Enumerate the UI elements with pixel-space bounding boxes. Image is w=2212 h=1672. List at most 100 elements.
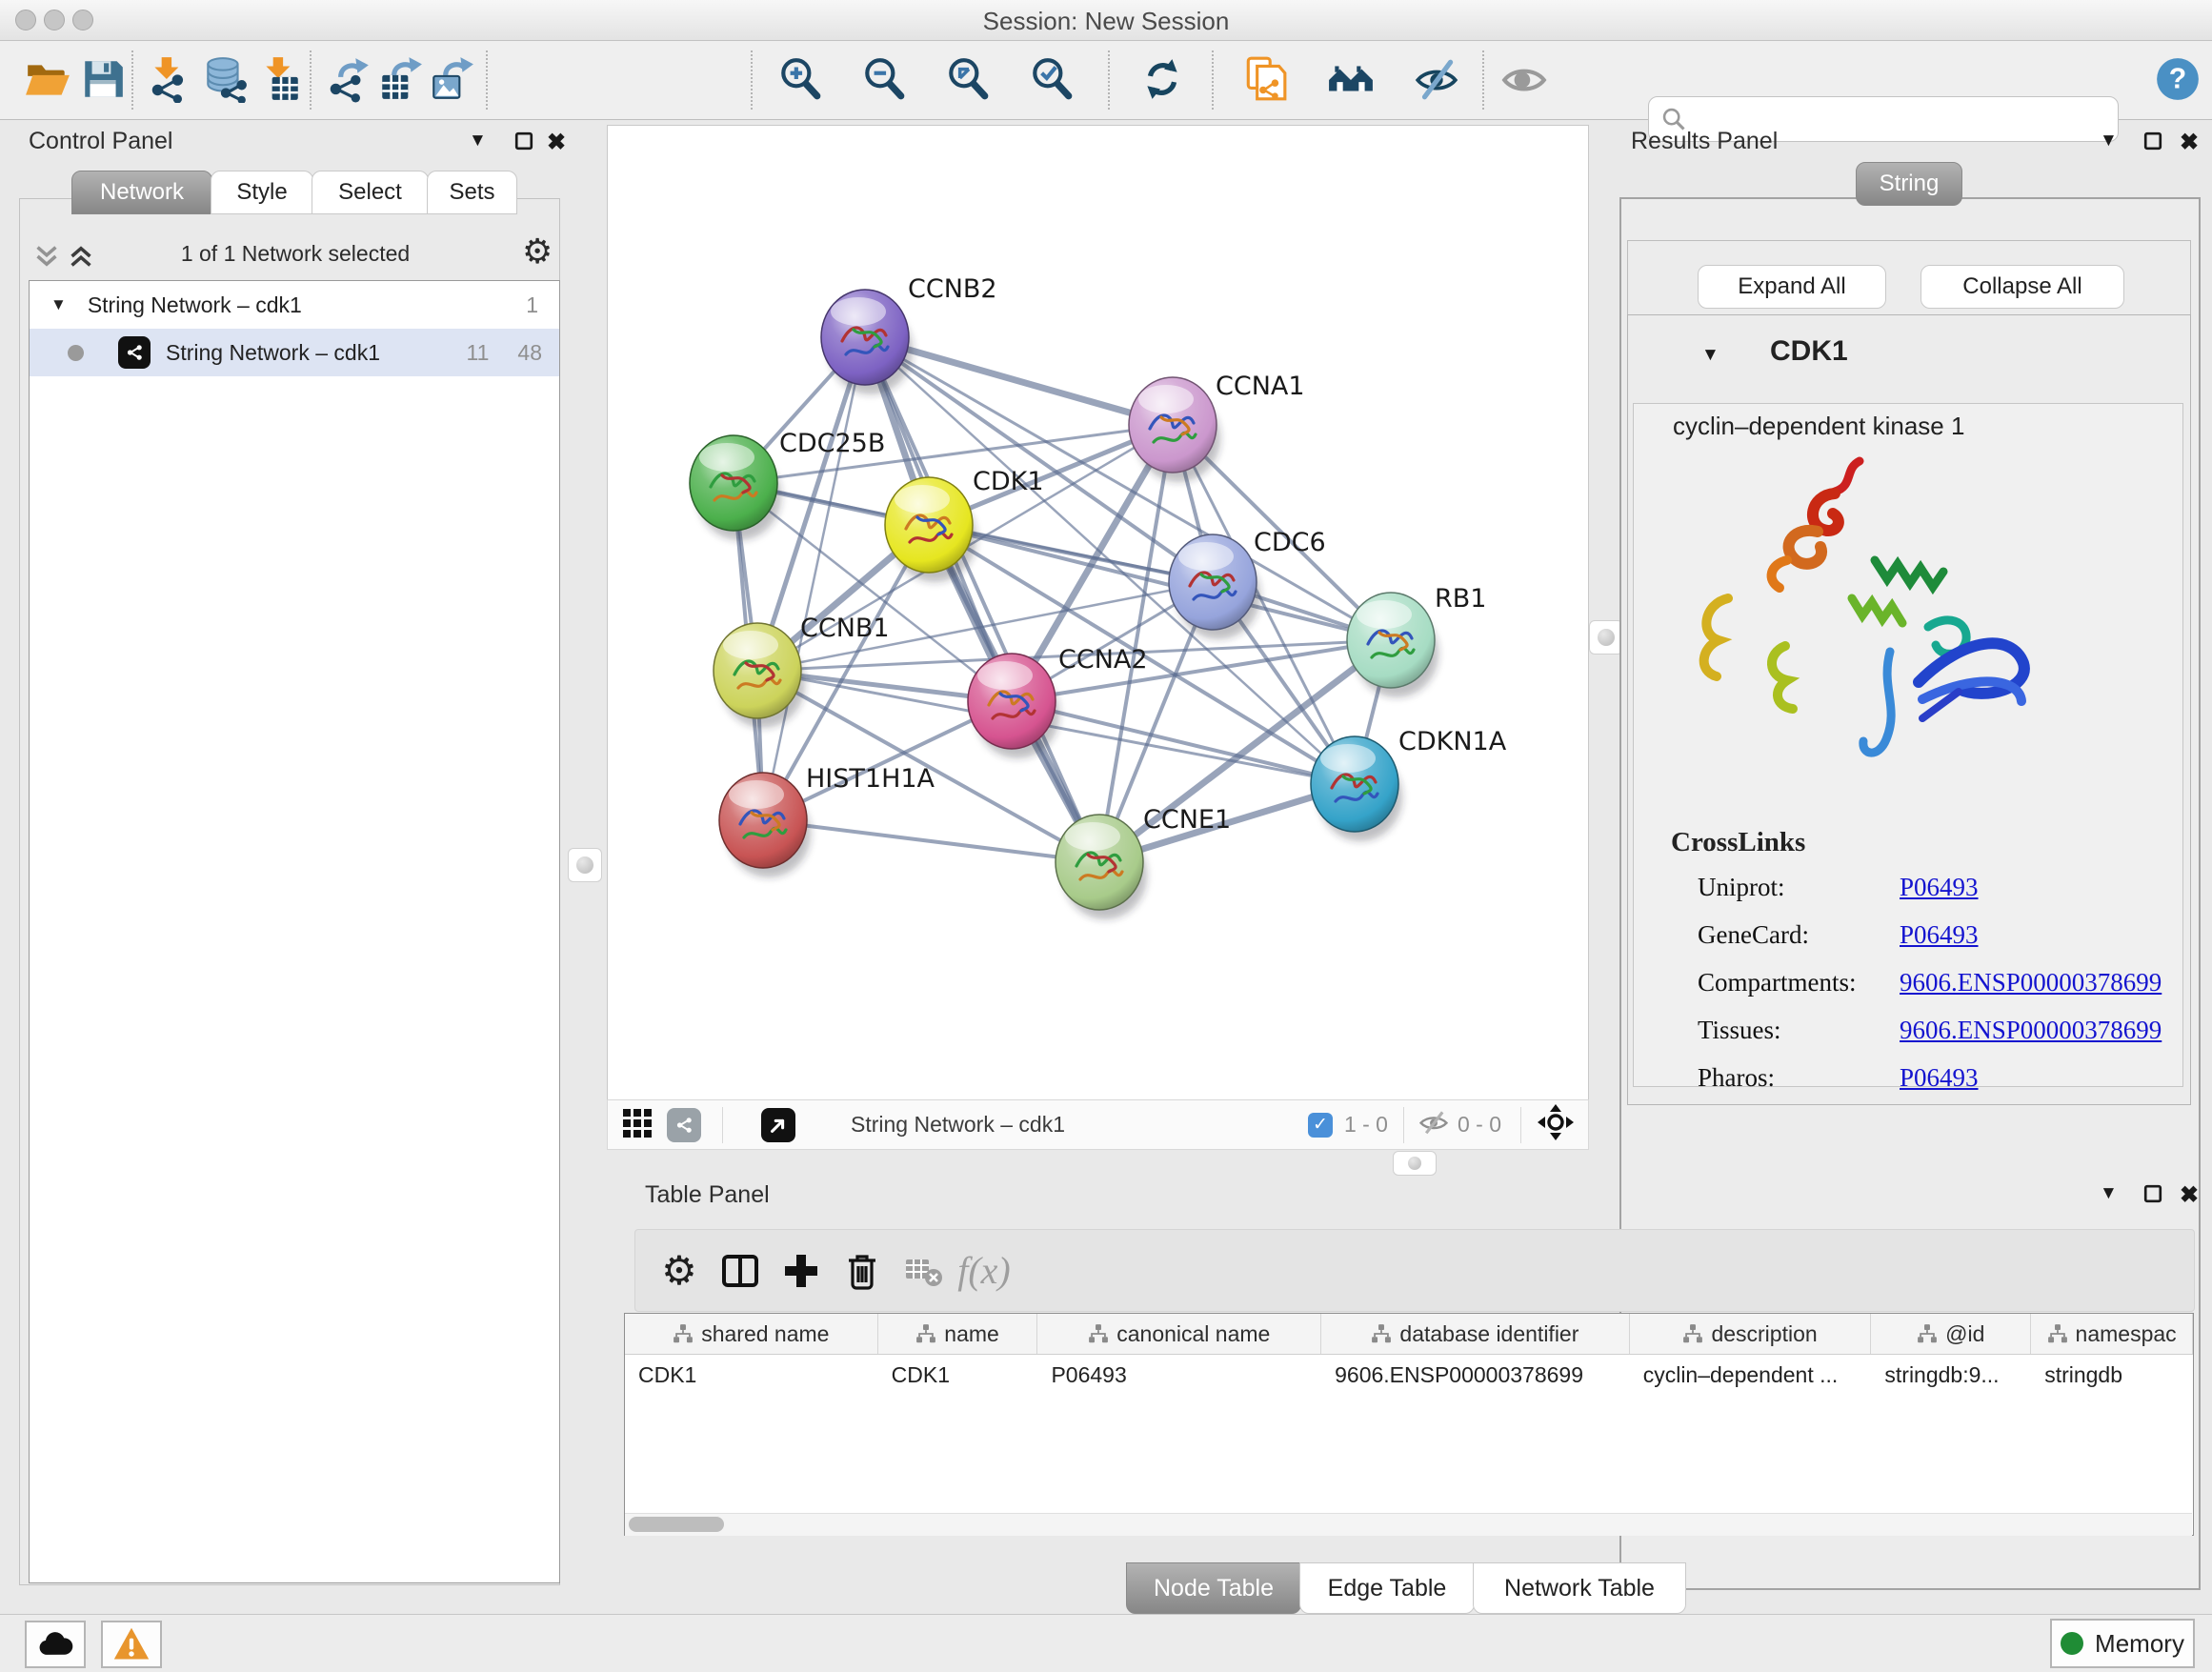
hidden-eye-icon[interactable] xyxy=(1418,1106,1450,1143)
import-table-file-icon[interactable] xyxy=(253,52,307,106)
table-panel-close-icon[interactable]: ✖ xyxy=(2180,1181,2199,1209)
network-node[interactable]: CDC25B xyxy=(690,429,885,540)
show-columns-icon[interactable] xyxy=(710,1240,771,1301)
control-panel-float-icon[interactable] xyxy=(514,131,533,155)
open-file-icon[interactable] xyxy=(21,52,74,106)
hide-show-icon[interactable] xyxy=(1410,52,1463,106)
tab-network-table[interactable]: Network Table xyxy=(1473,1562,1686,1614)
import-network-file-icon[interactable] xyxy=(143,52,196,106)
network-node[interactable]: RB1 xyxy=(1347,584,1486,697)
results-panel-float-icon[interactable] xyxy=(2143,131,2162,155)
network-node[interactable]: CCNB1 xyxy=(714,614,890,728)
expand-all-button[interactable]: Expand All xyxy=(1698,265,1886,309)
memory-label: Memory xyxy=(2095,1629,2184,1659)
right-splitter-grip[interactable] xyxy=(1589,620,1623,655)
gene-section-expander-icon[interactable]: ▼ xyxy=(1701,345,1719,366)
column-header-4[interactable]: description xyxy=(1630,1314,1872,1354)
import-network-database-icon[interactable] xyxy=(198,52,251,106)
delete-column-trash-icon[interactable] xyxy=(832,1240,893,1301)
network-edge[interactable] xyxy=(763,820,1099,862)
table-row[interactable]: CDK1CDK1P064939606.ENSP00000378699cyclin… xyxy=(625,1355,2193,1395)
expand-all-networks-icon[interactable] xyxy=(69,244,93,273)
selected-checkbox-icon[interactable]: ✓ xyxy=(1308,1113,1333,1138)
export-table-icon[interactable] xyxy=(373,52,427,106)
collapse-all-button[interactable]: Collapse All xyxy=(1920,265,2124,309)
collapse-all-networks-icon[interactable] xyxy=(34,244,59,273)
column-header-3[interactable]: database identifier xyxy=(1321,1314,1630,1354)
network-status-dot xyxy=(68,345,84,361)
crosslink-row: Uniprot: P06493 xyxy=(1698,873,2174,902)
results-panel-close-icon[interactable]: ✖ xyxy=(2180,129,2199,156)
zoom-selected-icon[interactable] xyxy=(1025,52,1078,106)
collection-expander-icon[interactable]: ▼ xyxy=(50,295,67,314)
column-header-1[interactable]: name xyxy=(878,1314,1038,1354)
crosshair-navigate-icon[interactable] xyxy=(1537,1103,1575,1146)
network-edge[interactable] xyxy=(763,337,865,820)
export-image-icon[interactable] xyxy=(425,52,478,106)
warnings-button[interactable] xyxy=(101,1621,162,1668)
control-panel-close-icon[interactable]: ✖ xyxy=(547,129,566,156)
network-collection-row[interactable]: ▼ String Network – cdk1 1 xyxy=(30,281,559,329)
crosslink-value-link[interactable]: 9606.ENSP00000378699 xyxy=(1900,1016,2162,1045)
network-options-gear-icon[interactable]: ⚙ xyxy=(522,232,553,272)
detach-view-icon[interactable] xyxy=(761,1108,795,1142)
save-session-icon[interactable] xyxy=(76,52,130,106)
delete-table-icon[interactable] xyxy=(893,1240,954,1301)
crosslink-value-link[interactable]: 9606.ENSP00000378699 xyxy=(1900,968,2162,997)
results-panel-menu-icon[interactable]: ▼ xyxy=(2100,131,2118,151)
node-label: CCNA1 xyxy=(1216,372,1305,401)
network-row[interactable]: String Network – cdk1 11 48 xyxy=(30,329,559,376)
graphics-details-eye-icon[interactable] xyxy=(1498,52,1551,106)
cloud-status-button[interactable] xyxy=(25,1621,86,1668)
crosslink-row: Tissues: 9606.ENSP00000378699 xyxy=(1698,1016,2174,1045)
hidden-count-badge: 0 - 0 xyxy=(1458,1112,1501,1138)
crosslink-value-link[interactable]: P06493 xyxy=(1900,873,1979,902)
network-canvas[interactable]: CCNB2 CCNA1 CDC25B CDK1 CDC6 RB1 CCNB1 xyxy=(607,125,1589,1100)
left-splitter-grip[interactable] xyxy=(568,848,602,882)
scrollbar-thumb[interactable] xyxy=(629,1517,724,1532)
export-network-icon[interactable] xyxy=(322,52,375,106)
window-titlebar: Session: New Session xyxy=(0,0,2212,41)
network-node[interactable]: CDKN1A xyxy=(1311,727,1507,841)
tab-node-table[interactable]: Node Table xyxy=(1126,1562,1301,1614)
control-tab-style[interactable]: Style xyxy=(211,171,313,214)
copy-network-icon[interactable] xyxy=(1238,52,1292,106)
window-title: Session: New Session xyxy=(0,7,2212,36)
control-tab-sets[interactable]: Sets xyxy=(427,171,517,214)
first-neighbors-icon[interactable] xyxy=(1324,52,1377,106)
network-node[interactable]: CCNA1 xyxy=(1129,372,1305,482)
network-node[interactable]: HIST1H1A xyxy=(719,764,935,877)
tab-edge-table[interactable]: Edge Table xyxy=(1299,1562,1475,1614)
memory-button[interactable]: Memory xyxy=(2050,1619,2195,1668)
table-options-gear-icon[interactable]: ⚙ xyxy=(649,1240,710,1301)
table-panel-float-icon[interactable] xyxy=(2143,1184,2162,1208)
bottom-splitter-grip[interactable] xyxy=(1393,1151,1437,1176)
network-view-share-icon[interactable] xyxy=(667,1108,701,1142)
column-header-0[interactable]: shared name xyxy=(625,1314,878,1354)
table-panel-menu-icon[interactable]: ▼ xyxy=(2100,1183,2118,1204)
column-header-5[interactable]: @id xyxy=(1871,1314,2031,1354)
crosslink-row: Compartments: 9606.ENSP00000378699 xyxy=(1698,968,2174,997)
tab-string[interactable]: String xyxy=(1856,162,1962,206)
zoom-in-icon[interactable] xyxy=(774,52,827,106)
refresh-layout-icon[interactable] xyxy=(1136,52,1189,106)
create-column-plus-icon[interactable] xyxy=(771,1240,832,1301)
network-node[interactable]: CDK1 xyxy=(885,467,1044,582)
crosslink-value-link[interactable]: P06493 xyxy=(1900,1063,1979,1093)
column-header-6[interactable]: namespac xyxy=(2031,1314,2193,1354)
zoom-fit-icon[interactable] xyxy=(941,52,995,106)
control-panel-menu-icon[interactable]: ▼ xyxy=(469,131,487,151)
control-tab-network[interactable]: Network xyxy=(71,171,212,214)
function-builder-icon[interactable]: f(x) xyxy=(954,1240,1015,1301)
network-node[interactable]: CDC6 xyxy=(1169,528,1326,639)
toolbar-separator xyxy=(1482,50,1484,110)
control-tab-select[interactable]: Select xyxy=(312,171,429,214)
crosslink-value-link[interactable]: P06493 xyxy=(1900,920,1979,950)
grid-view-icon[interactable] xyxy=(621,1105,655,1144)
table-horizontal-scrollbar[interactable] xyxy=(625,1513,2192,1536)
network-node[interactable]: CCNE1 xyxy=(1056,805,1231,919)
warning-icon xyxy=(112,1625,151,1663)
zoom-out-icon[interactable] xyxy=(857,52,911,106)
column-header-2[interactable]: canonical name xyxy=(1037,1314,1321,1354)
help-button[interactable]: ? xyxy=(2151,52,2204,106)
